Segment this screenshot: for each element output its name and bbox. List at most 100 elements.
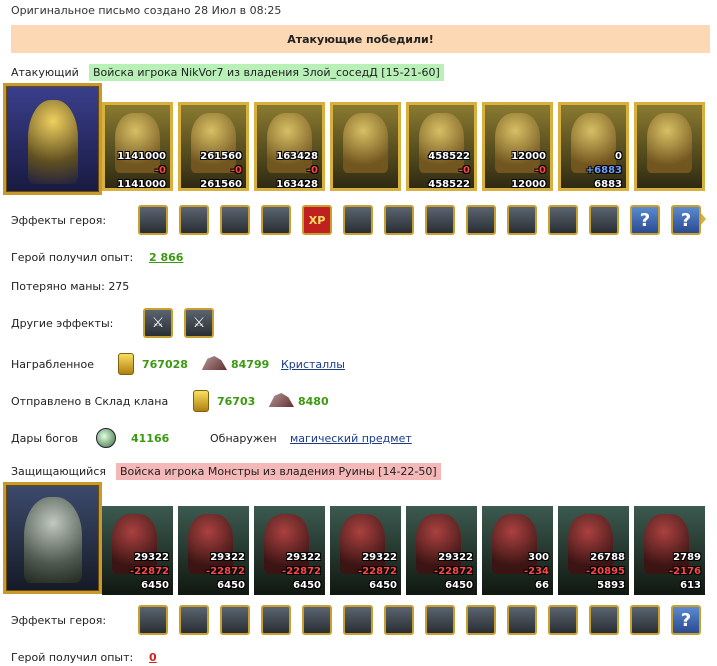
- unit-count-after: 12000: [511, 179, 546, 190]
- unit-figure: [191, 113, 236, 173]
- shield-icon[interactable]: [220, 205, 250, 235]
- defender-unit-slot[interactable]: 2789 -2176 613: [634, 506, 705, 595]
- unit-count-after: 1141000: [117, 179, 166, 190]
- question-icon[interactable]: ?: [671, 205, 701, 235]
- ice-icon[interactable]: [466, 605, 496, 635]
- unit-count-after: 458522: [428, 179, 470, 190]
- gold-icon: [118, 353, 134, 375]
- unit-figure: [568, 514, 613, 574]
- unit-count-before: 29322: [134, 552, 169, 563]
- scroll-icon[interactable]: [302, 605, 332, 635]
- unit-count-change: -0: [306, 165, 318, 176]
- other-effects-label: Другие эффекты:: [11, 317, 114, 330]
- shield-icon[interactable]: [220, 605, 250, 635]
- attacker-unit-slot[interactable]: [634, 102, 705, 191]
- reward-gold: 767028: [142, 358, 188, 371]
- unit-count-change: -0: [534, 165, 546, 176]
- reward-ore: 84799: [231, 358, 270, 371]
- ore-icon: [201, 356, 227, 370]
- wand-icon[interactable]: [548, 605, 578, 635]
- crystals-link[interactable]: Кристаллы: [281, 358, 345, 371]
- sword-icon[interactable]: ⚔: [143, 308, 173, 338]
- gold-icon: [193, 390, 209, 412]
- unit-figure: [115, 113, 160, 173]
- gift-gem-icon: [96, 428, 116, 448]
- unit-count-before: 29322: [210, 552, 245, 563]
- snowflake-icon[interactable]: [589, 605, 619, 635]
- unit-count-change: -2176: [669, 566, 701, 577]
- unit-count-change: -0: [230, 165, 242, 176]
- ore-icon: [268, 393, 294, 407]
- clan-gold: 76703: [217, 395, 256, 408]
- defender-exp-label: Герой получил опыт:: [11, 651, 134, 664]
- unit-count-change: -234: [523, 566, 549, 577]
- unit-figure: [188, 514, 233, 574]
- question-icon[interactable]: ?: [671, 605, 701, 635]
- unit-count-after: 613: [680, 580, 701, 591]
- defender-unit-slot[interactable]: 29322 -22872 6450: [102, 506, 173, 595]
- attacker-exp-label: Герой получил опыт:: [11, 251, 134, 264]
- handshake-icon[interactable]: [261, 205, 291, 235]
- attacker-unit-slot[interactable]: 1141000 -0 1141000: [102, 102, 173, 191]
- defender-unit-slot[interactable]: 29322 -22872 6450: [330, 506, 401, 595]
- fire-icon[interactable]: [384, 605, 414, 635]
- arrows-icon[interactable]: [179, 605, 209, 635]
- defender-army: Войска игрока Монстры из владения Руины …: [116, 463, 441, 480]
- attacker-unit-slot[interactable]: [330, 102, 401, 191]
- crossed-tools-icon[interactable]: [343, 605, 373, 635]
- defender-unit-slot[interactable]: 29322 -22872 6450: [406, 506, 477, 595]
- xp-icon[interactable]: XP: [302, 205, 332, 235]
- dwarf-icon[interactable]: [261, 605, 291, 635]
- unit-count-before: 2789: [673, 552, 701, 563]
- defender-hero-portrait[interactable]: [3, 482, 102, 594]
- bag-icon[interactable]: [138, 605, 168, 635]
- hero-figure: [24, 497, 82, 583]
- magic-item-link[interactable]: магический предмет: [290, 432, 412, 445]
- unit-count-after: 66: [535, 580, 549, 591]
- sword-icon[interactable]: ⚔: [184, 308, 214, 338]
- attacker-effects-label: Эффекты героя:: [11, 214, 107, 227]
- sword-icon[interactable]: [384, 205, 414, 235]
- attacker-unit-slot[interactable]: 163428 -0 163428: [254, 102, 325, 191]
- unit-count-change: -0: [458, 165, 470, 176]
- unit-figure: [343, 113, 388, 173]
- crystal-icon[interactable]: [630, 605, 660, 635]
- attacker-unit-slot[interactable]: 261560 -0 261560: [178, 102, 249, 191]
- attacker-hero-portrait[interactable]: [3, 83, 102, 195]
- armor-icon[interactable]: [589, 205, 619, 235]
- gifts-label: Дары богов: [11, 432, 79, 445]
- unit-count-before: 458522: [428, 151, 470, 162]
- unit-count-change: -22872: [282, 566, 321, 577]
- reward-label: Награбленное: [11, 358, 94, 371]
- hero-figure: [28, 100, 78, 184]
- defender-effects-label: Эффекты героя:: [11, 614, 107, 627]
- attacker-unit-slot[interactable]: 0 +6883 6883: [558, 102, 629, 191]
- unit-count-before: 0: [615, 151, 622, 162]
- xp-bonus-icon[interactable]: [343, 205, 373, 235]
- unit-count-after: 6883: [594, 179, 622, 190]
- defender-unit-slot[interactable]: 29322 -22872 6450: [178, 506, 249, 595]
- attacker-unit-slot[interactable]: 458522 -0 458522: [406, 102, 477, 191]
- question-icon[interactable]: ?: [630, 205, 660, 235]
- attacker-exp-value[interactable]: 2 866: [149, 251, 183, 264]
- web-icon[interactable]: [548, 205, 578, 235]
- ring-icon[interactable]: [507, 205, 537, 235]
- found-label: Обнаружен: [210, 432, 277, 445]
- siege-icon[interactable]: [138, 205, 168, 235]
- unit-count-before: 261560: [200, 151, 242, 162]
- defender-exp-value[interactable]: 0: [149, 651, 157, 664]
- dice-icon[interactable]: [179, 205, 209, 235]
- attacker-unit-slot[interactable]: 12000 -0 12000: [482, 102, 553, 191]
- defender-unit-slot[interactable]: 26788 -20895 5893: [558, 506, 629, 595]
- ring-icon[interactable]: [507, 605, 537, 635]
- unit-count-after: 5893: [597, 580, 625, 591]
- handshake-gold-icon[interactable]: [425, 205, 455, 235]
- unit-figure: [492, 514, 537, 574]
- defender-unit-slot[interactable]: 29322 -22872 6450: [254, 506, 325, 595]
- defender-unit-slot[interactable]: 300 -234 66: [482, 506, 553, 595]
- hand-magic-icon[interactable]: [466, 205, 496, 235]
- frost-icon[interactable]: [425, 605, 455, 635]
- mana-lost: Потеряно маны: 275: [11, 280, 130, 293]
- unit-count-before: 300: [528, 552, 549, 563]
- unit-count-after: 261560: [200, 179, 242, 190]
